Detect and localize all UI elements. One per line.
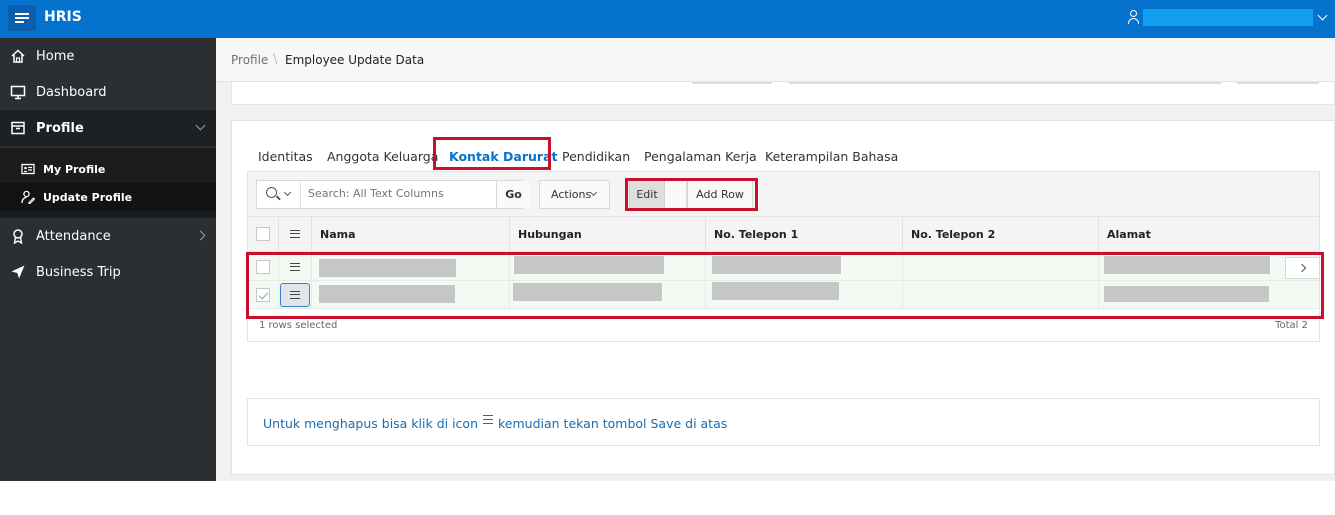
search-column-selector[interactable] — [257, 181, 301, 208]
header-select-all-cell — [248, 217, 279, 252]
sidebar-item-attendance[interactable]: Attendance — [0, 218, 216, 254]
delete-instruction-note: Untuk menghapus bisa klik di icon kemudi… — [247, 398, 1320, 446]
menu-toggle-button[interactable] — [8, 5, 36, 31]
grid-header-row: Nama Hubungan No. Telepon 1 No. Telepon … — [248, 217, 1319, 252]
column-header-nama[interactable]: Nama — [312, 217, 510, 252]
sidebar-item-label: Home — [36, 48, 75, 64]
sidebar-item-home[interactable]: Home — [0, 38, 216, 74]
tab-pendidikan[interactable]: Pendidikan — [562, 149, 630, 164]
breadcrumb-separator: \ — [273, 52, 278, 67]
select-all-checkbox[interactable] — [256, 227, 270, 241]
highlight-box-tab — [433, 137, 551, 170]
actions-button[interactable]: Actions — [539, 180, 610, 209]
user-edit-icon — [21, 190, 36, 205]
sidebar-item-dashboard[interactable]: Dashboard — [0, 74, 216, 110]
actions-label: Actions — [551, 188, 592, 201]
home-icon — [10, 48, 26, 64]
sidebar-subitem-label: My Profile — [43, 162, 106, 176]
sidebar: Home Dashboard Profile My Profile Update… — [0, 38, 216, 481]
note-text-after: kemudian tekan tombol Save di atas — [498, 416, 728, 431]
breadcrumb-parent-link[interactable]: Profile — [231, 53, 268, 67]
tab-keterampilan-bahasa[interactable]: Keterampilan Bahasa — [765, 149, 898, 164]
send-icon — [10, 264, 26, 280]
breadcrumb: Profile \ Employee Update Data — [216, 38, 1335, 82]
hamburger-icon — [483, 415, 494, 424]
note-text-before: Untuk menghapus bisa klik di icon — [263, 416, 479, 431]
emergency-contact-region: Identitas Anggota Keluarga Kontak Darura… — [231, 120, 1335, 475]
user-name-redacted — [1143, 8, 1313, 26]
note-text: Untuk menghapus bisa klik di icon kemudi… — [263, 415, 728, 431]
sidebar-item-label: Business Trip — [36, 264, 121, 280]
top-card-remnant — [231, 82, 1335, 105]
sidebar-item-business-trip[interactable]: Business Trip — [0, 254, 216, 290]
highlight-box-toolbar — [625, 178, 758, 211]
monitor-icon — [10, 84, 26, 100]
profile-submenu: My Profile Update Profile — [0, 148, 216, 218]
chevron-down-icon — [283, 188, 292, 197]
tab-anggota-keluarga[interactable]: Anggota Keluarga — [327, 149, 438, 164]
search-input[interactable] — [308, 187, 488, 200]
hamburger-icon — [290, 230, 300, 238]
highlight-box-rows — [246, 252, 1324, 319]
sidebar-item-label: Dashboard — [36, 84, 107, 100]
sidebar-item-label: Profile — [36, 120, 84, 136]
tab-pengalaman-kerja[interactable]: Pengalaman Kerja — [644, 149, 757, 164]
sidebar-item-profile[interactable]: Profile — [0, 110, 216, 146]
column-header-alamat[interactable]: Alamat — [1099, 217, 1319, 252]
id-card-icon — [21, 162, 35, 176]
search-box: Go — [256, 180, 530, 209]
chevron-down-icon — [1317, 11, 1329, 23]
profile-box-icon — [10, 120, 26, 136]
grid-toolbar: Go Actions Edit Add Row — [248, 172, 1319, 217]
total-count-text: Total 2 — [1275, 320, 1308, 331]
sidebar-item-label: Attendance — [36, 228, 111, 244]
go-button[interactable]: Go — [496, 181, 530, 208]
page-title: Employee Update Data — [285, 53, 425, 67]
app-title[interactable]: HRIS — [44, 9, 82, 25]
award-icon — [10, 228, 26, 245]
column-header-no-telepon-2[interactable]: No. Telepon 2 — [903, 217, 1099, 252]
column-header-hubungan[interactable]: Hubungan — [510, 217, 706, 252]
user-menu[interactable] — [1127, 7, 1329, 27]
tab-identitas[interactable]: Identitas — [258, 149, 313, 164]
search-icon — [266, 187, 277, 198]
column-header-no-telepon-1[interactable]: No. Telepon 1 — [706, 217, 903, 252]
chevron-down-icon — [195, 120, 206, 131]
sidebar-subitem-my-profile[interactable]: My Profile — [0, 155, 216, 183]
user-icon — [1127, 10, 1141, 24]
chevron-right-icon — [195, 230, 206, 241]
sidebar-subitem-update-profile[interactable]: Update Profile — [0, 183, 216, 211]
main-content: Profile \ Employee Update Data Identitas… — [216, 38, 1335, 481]
header-row-menu-cell — [279, 217, 312, 252]
sidebar-subitem-label: Update Profile — [43, 190, 133, 204]
top-header: HRIS — [0, 0, 1335, 38]
rows-selected-text: 1 rows selected — [259, 320, 338, 331]
